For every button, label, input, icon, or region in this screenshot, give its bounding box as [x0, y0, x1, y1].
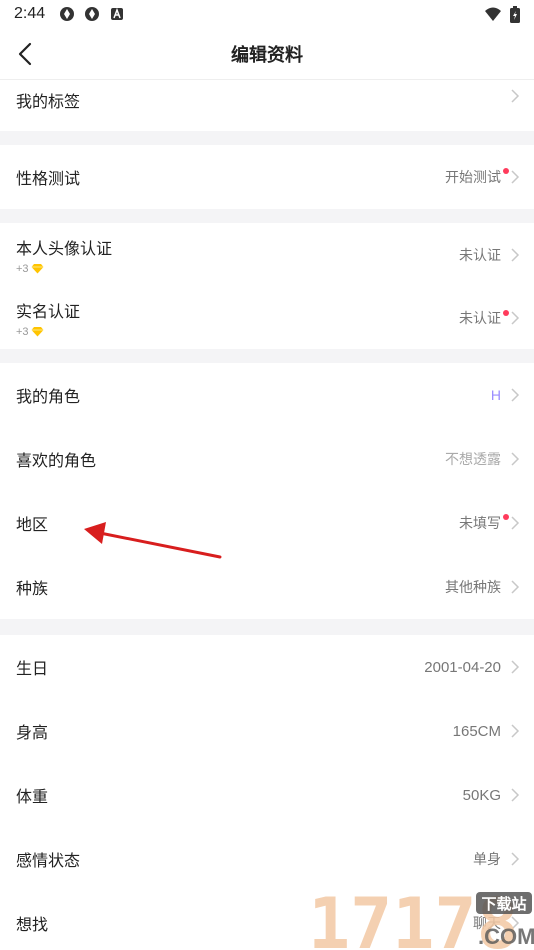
chevron-right-icon: [511, 580, 520, 594]
row-value: 未认证: [459, 247, 501, 264]
chevron-right-icon: [511, 388, 520, 402]
reward-amount: +3: [16, 325, 29, 338]
row-value: 50KG: [462, 786, 501, 804]
row-realname-verification[interactable]: 实名认证 +3 未认证: [0, 286, 534, 349]
row-value: 未认证: [459, 310, 501, 327]
battery-icon: [510, 5, 520, 23]
reward-amount: +3: [16, 262, 29, 275]
watermark-badge: 下载站: [481, 895, 526, 913]
chevron-right-icon: [511, 170, 520, 184]
row-label: 想找: [16, 915, 49, 934]
row-avatar-verification[interactable]: 本人头像认证 +3 未认证: [0, 223, 534, 286]
chevron-right-icon: [511, 660, 520, 674]
section-divider: [0, 131, 534, 145]
row-region[interactable]: 地区 未填写: [0, 491, 534, 555]
chevron-right-icon: [511, 516, 520, 530]
row-label: 身高: [16, 723, 49, 742]
wifi-icon: [485, 7, 501, 21]
status-right: [484, 5, 520, 23]
chevron-right-icon: [511, 852, 520, 866]
row-label-group: 实名认证 +3: [16, 298, 80, 338]
chevron-right-icon: [511, 89, 520, 103]
row-value: 165CM: [452, 722, 501, 740]
row-label: 实名认证: [16, 301, 81, 321]
profile-edit-list: 我的标签 性格测试 开始测试 本人头像认证 +3 未认证 实名认证 +3 未认证…: [0, 80, 534, 950]
row-label: 我的标签: [16, 91, 81, 111]
chevron-right-icon: [511, 724, 520, 738]
chevron-right-icon: [511, 452, 520, 466]
chevron-right-icon: [511, 788, 520, 802]
watermark-suffix: .COM: [478, 924, 534, 949]
row-label: 地区: [16, 515, 49, 534]
row-label: 喜欢的角色: [16, 451, 97, 470]
reward-hint: +3: [16, 326, 80, 338]
unread-dot: [503, 310, 509, 316]
diamond-icon: [31, 264, 44, 274]
diamond-icon: [31, 327, 44, 337]
chevron-right-icon: [511, 247, 520, 262]
row-weight[interactable]: 体重 50KG: [0, 763, 534, 827]
row-birthday[interactable]: 生日 2001-04-20: [0, 635, 534, 699]
site-watermark-logo: 17178 下载站 .COM: [308, 886, 534, 950]
row-value: 其他种族: [445, 580, 501, 596]
section-divider: [0, 349, 534, 363]
unread-dot: [503, 168, 509, 174]
row-value: 不想透露: [445, 452, 501, 468]
row-label: 本人头像认证: [16, 238, 113, 258]
app-notification-icon: [85, 7, 100, 21]
row-label: 性格测试: [16, 169, 81, 188]
row-relationship-status[interactable]: 感情状态 单身: [0, 827, 534, 891]
reward-hint: +3: [16, 263, 112, 275]
nav-bar: 编辑资料: [0, 28, 534, 80]
row-value: 单身: [473, 852, 501, 868]
row-height[interactable]: 身高 165CM: [0, 699, 534, 763]
row-label: 体重: [16, 787, 49, 806]
row-label: 感情状态: [16, 851, 81, 870]
chevron-right-icon: [511, 310, 520, 325]
section-divider: [0, 209, 534, 223]
unread-dot: [503, 514, 509, 520]
row-label: 种族: [16, 579, 49, 598]
status-time: 2:44: [14, 5, 46, 22]
row-value: 2001-04-20: [424, 658, 501, 676]
row-label: 我的角色: [16, 387, 81, 406]
page-title: 编辑资料: [231, 44, 303, 66]
status-bar: 2:44: [0, 0, 534, 28]
font-notification-icon: [111, 7, 124, 20]
row-my-tags[interactable]: 我的标签: [0, 80, 534, 131]
row-label: 生日: [16, 659, 49, 678]
row-my-role[interactable]: 我的角色 H: [0, 363, 534, 427]
row-value: 未填写: [459, 516, 501, 532]
row-value: 开始测试: [445, 170, 501, 186]
app-notification-icon: [60, 7, 75, 21]
back-arrow-icon[interactable]: [12, 40, 40, 68]
row-favorite-role[interactable]: 喜欢的角色 不想透露: [0, 427, 534, 491]
row-label-group: 本人头像认证 +3: [16, 235, 112, 275]
row-personality-test[interactable]: 性格测试 开始测试: [0, 145, 534, 209]
row-value: H: [490, 387, 501, 403]
section-divider: [0, 619, 534, 635]
row-race[interactable]: 种族 其他种族: [0, 555, 534, 619]
